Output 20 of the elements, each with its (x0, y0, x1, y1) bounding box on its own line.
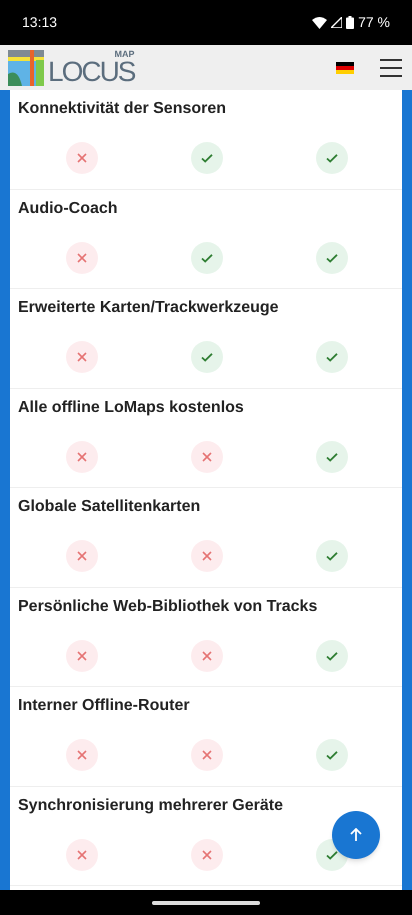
map-logo-icon (8, 50, 44, 86)
battery-text: 77 % (358, 13, 390, 32)
logo-superscript: MAP (114, 50, 134, 58)
arrow-up-icon (349, 828, 363, 842)
wifi-icon (312, 16, 328, 28)
feature-title: Interner Offline-Router (18, 696, 191, 716)
signal-icon (331, 17, 342, 28)
feature-title: Globale Satellitenkarten (18, 497, 202, 517)
feature-title: Audio-Coach (18, 198, 119, 218)
german-flag-icon[interactable] (336, 62, 354, 74)
logo-text: LOCUS (48, 58, 134, 84)
battery-icon (346, 16, 354, 29)
feature-title: Synchronisierung mehrerer Geräte (18, 796, 284, 816)
feature-title: Alle offline LoMaps kostenlos (18, 398, 245, 418)
feature-title: Konnektivität der Sensoren (18, 99, 228, 119)
menu-button[interactable] (380, 58, 402, 76)
feature-title: Persönliche Web-Bibliothek von Tracks (18, 596, 318, 616)
feature-title: Erweiterte Karten/Trackwerkzeuge (18, 298, 280, 318)
clock-text: 13:13 (22, 13, 58, 32)
home-indicator[interactable] (152, 900, 260, 904)
